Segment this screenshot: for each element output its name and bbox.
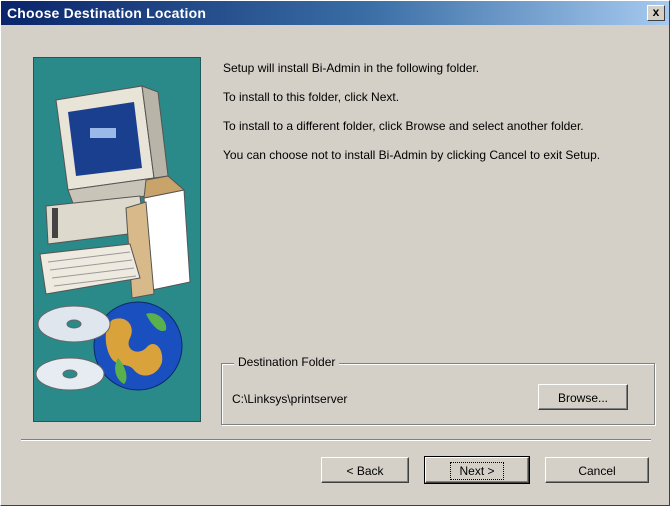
button-divider [21,439,651,441]
instructions: Setup will install Bi-Admin in the follo… [223,61,643,177]
destination-folder-group: Destination Folder C:\Linksys\printserve… [221,355,655,425]
back-button[interactable]: < Back [321,457,409,483]
destination-folder-label: Destination Folder [234,355,340,369]
setup-dialog: Choose Destination Location x Setup will… [0,0,670,506]
close-button[interactable]: x [647,5,665,21]
instruction-line-2: To install to this folder, click Next. [223,90,400,104]
title-bar[interactable]: Choose Destination Location x [1,1,669,25]
setup-illustration-panel [33,57,201,422]
instruction-line-4: You can choose not to install Bi-Admin b… [223,148,601,162]
next-button-label: Next > [450,462,504,480]
next-button[interactable]: Next > [424,456,530,484]
cancel-button[interactable]: Cancel [545,457,649,483]
destination-path: C:\Linksys\printserver [232,392,348,406]
browse-button[interactable]: Browse... [538,384,628,410]
window-title: Choose Destination Location [7,5,207,21]
computer-globe-icon [35,85,191,391]
instruction-line-1: Setup will install Bi-Admin in the follo… [223,61,480,75]
instruction-line-3: To install to a different folder, click … [223,119,584,133]
